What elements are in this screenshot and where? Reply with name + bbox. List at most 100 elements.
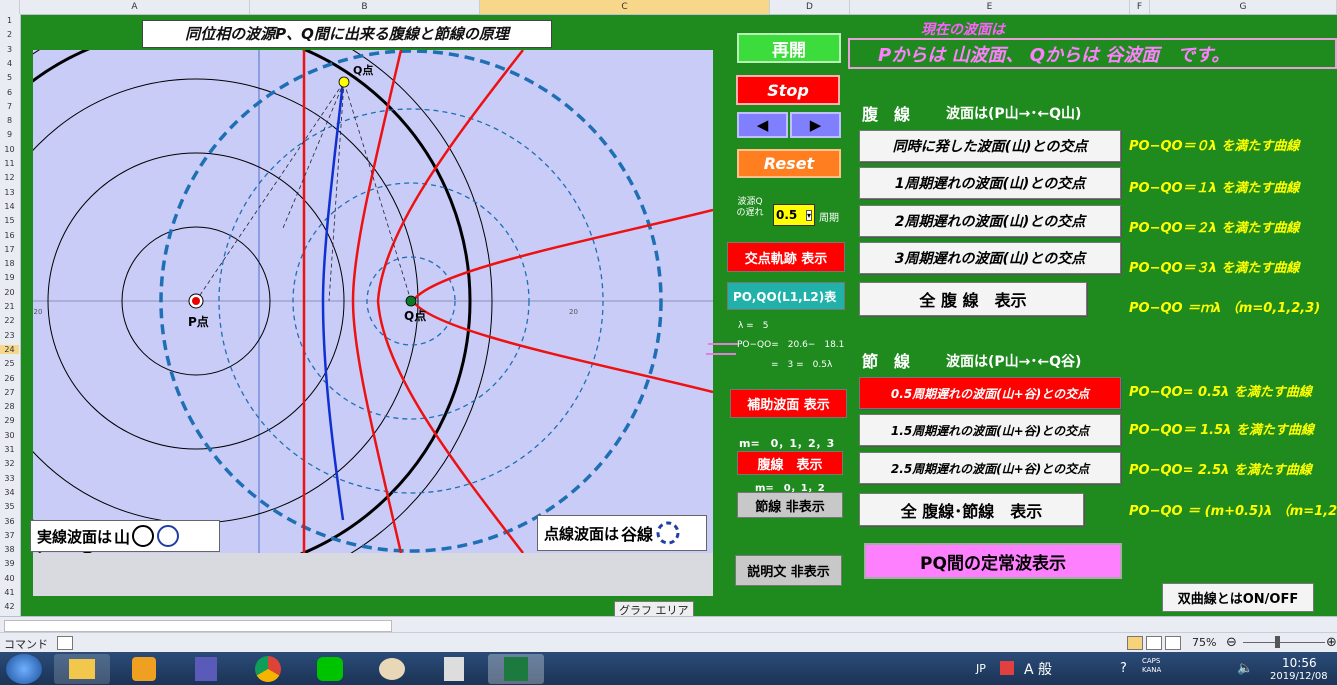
row-number[interactable]: 12 bbox=[0, 173, 19, 182]
column-b[interactable]: B bbox=[250, 0, 480, 14]
explorer-app-icon[interactable] bbox=[54, 654, 110, 684]
row-number[interactable]: 18 bbox=[0, 259, 19, 268]
all-node-button[interactable]: 全 腹線･節線 表示 bbox=[859, 493, 1084, 526]
chevron-down-icon[interactable]: ▾ bbox=[805, 209, 812, 221]
row-number[interactable]: 28 bbox=[0, 402, 19, 411]
node-hide-button[interactable]: 節線 非表示 bbox=[737, 492, 843, 518]
clock-time[interactable]: 10:56 bbox=[1282, 656, 1317, 670]
row-number[interactable]: 39 bbox=[0, 559, 19, 568]
column-a[interactable]: A bbox=[20, 0, 250, 14]
row-number[interactable]: 5 bbox=[0, 73, 19, 82]
line-app-icon[interactable] bbox=[302, 654, 358, 684]
row-number[interactable]: 13 bbox=[0, 188, 19, 197]
clock-date[interactable]: 2019/12/08 bbox=[1270, 671, 1328, 682]
legend-solid[interactable]: 実線波面は 山 bbox=[30, 520, 220, 552]
aux-wave-button[interactable]: 補助波面 表示 bbox=[730, 389, 847, 418]
zoom-slider[interactable] bbox=[1243, 642, 1325, 643]
row-number[interactable]: 10 bbox=[0, 145, 19, 154]
row-number[interactable]: 22 bbox=[0, 316, 19, 325]
row-number[interactable]: 32 bbox=[0, 459, 19, 468]
row-number[interactable]: 1 bbox=[0, 16, 19, 25]
intersection-trail-button[interactable]: 交点軌跡 表示 bbox=[727, 242, 845, 272]
zoom-slider-thumb[interactable] bbox=[1275, 636, 1280, 648]
page-break-icon[interactable] bbox=[1165, 636, 1181, 650]
prev-button[interactable]: ◀ bbox=[737, 112, 788, 138]
row-number[interactable]: 34 bbox=[0, 488, 19, 497]
all-antinode-button[interactable]: 全 腹 線 表示 bbox=[859, 282, 1087, 316]
column-f[interactable]: F bbox=[1130, 0, 1150, 14]
chart-title[interactable]: 同位相の波源P、Q間に出来る腹線と節線の原理 bbox=[142, 20, 552, 48]
row-number[interactable]: 16 bbox=[0, 231, 19, 240]
row-number[interactable]: 24 bbox=[0, 344, 19, 354]
row-number[interactable]: 15 bbox=[0, 216, 19, 225]
row-number[interactable]: 21 bbox=[0, 302, 19, 311]
node-15-button[interactable]: 1.5周期遅れの波面(山+谷)との交点 bbox=[859, 414, 1121, 446]
volume-icon[interactable]: 🔈 bbox=[1237, 661, 1253, 676]
row-number[interactable]: 8 bbox=[0, 116, 19, 125]
row-number[interactable]: 31 bbox=[0, 445, 19, 454]
row-number[interactable]: 41 bbox=[0, 588, 19, 597]
normal-view-icon[interactable] bbox=[1127, 636, 1143, 650]
horizontal-scrollbar[interactable] bbox=[0, 616, 1337, 633]
page-layout-icon[interactable] bbox=[1146, 636, 1162, 650]
app-icon-3[interactable] bbox=[178, 654, 234, 684]
zoom-in-icon[interactable]: ⊕ bbox=[1326, 635, 1337, 650]
antinode-m1-button[interactable]: 1周期遅れの波面(山)との交点 bbox=[859, 167, 1121, 199]
standing-wave-button[interactable]: PQ間の定常波表示 bbox=[864, 543, 1122, 579]
macro-record-icon[interactable] bbox=[57, 636, 73, 650]
row-number[interactable]: 27 bbox=[0, 388, 19, 397]
row-number[interactable]: 14 bbox=[0, 202, 19, 211]
row-number[interactable]: 26 bbox=[0, 374, 19, 383]
zoom-level[interactable]: 75% bbox=[1192, 636, 1216, 649]
row-number[interactable]: 35 bbox=[0, 502, 19, 511]
lang-indicator[interactable]: JP bbox=[976, 662, 986, 675]
ime-icon[interactable] bbox=[1000, 661, 1014, 675]
antinode-m2-button[interactable]: 2周期遅れの波面(山)との交点 bbox=[859, 205, 1121, 237]
corner-cell[interactable] bbox=[0, 0, 20, 14]
reset-button[interactable]: Reset bbox=[737, 149, 841, 178]
row-number[interactable]: 19 bbox=[0, 273, 19, 282]
chrome-app-icon[interactable] bbox=[240, 654, 296, 684]
zoom-out-icon[interactable]: ⊖ bbox=[1226, 635, 1237, 650]
row-number[interactable]: 23 bbox=[0, 331, 19, 340]
row-number[interactable]: 4 bbox=[0, 59, 19, 68]
row-number[interactable]: 6 bbox=[0, 88, 19, 97]
row-number[interactable]: 7 bbox=[0, 102, 19, 111]
hyperbola-toggle-button[interactable]: 双曲線とはON/OFF bbox=[1162, 583, 1314, 612]
start-button-icon[interactable] bbox=[6, 654, 42, 684]
row-number[interactable]: 11 bbox=[0, 159, 19, 168]
delay-select[interactable]: 0.5 ▾ bbox=[773, 204, 815, 226]
row-number[interactable]: 42 bbox=[0, 602, 19, 611]
scroll-thumb[interactable] bbox=[4, 620, 392, 632]
column-c[interactable]: C bbox=[480, 0, 770, 14]
app-icon-7[interactable] bbox=[426, 654, 482, 684]
column-e[interactable]: E bbox=[850, 0, 1130, 14]
explain-hide-button[interactable]: 説明文 非表示 bbox=[735, 555, 842, 586]
help-icon[interactable]: ? bbox=[1120, 661, 1127, 676]
paint-app-icon[interactable] bbox=[364, 654, 420, 684]
row-number[interactable]: 25 bbox=[0, 359, 19, 368]
node-25-button[interactable]: 2.5周期遅れの波面(山+谷)との交点 bbox=[859, 452, 1121, 484]
legend-dashed[interactable]: 点線波面は 谷線 bbox=[537, 515, 707, 551]
outlook-app-icon[interactable] bbox=[116, 654, 172, 684]
chart-footer-area[interactable] bbox=[33, 553, 713, 596]
po-qo-button[interactable]: PO,QO(L1,L2)表 bbox=[727, 282, 845, 310]
row-number[interactable]: 30 bbox=[0, 431, 19, 440]
row-number[interactable]: 9 bbox=[0, 130, 19, 139]
row-number[interactable]: 3 bbox=[0, 45, 19, 54]
row-number[interactable]: 38 bbox=[0, 545, 19, 554]
row-number[interactable]: 17 bbox=[0, 245, 19, 254]
row-number[interactable]: 20 bbox=[0, 288, 19, 297]
row-number[interactable]: 33 bbox=[0, 474, 19, 483]
row-number[interactable]: 2 bbox=[0, 30, 19, 39]
column-d[interactable]: D bbox=[770, 0, 850, 14]
resume-button[interactable]: 再開 bbox=[737, 33, 841, 63]
row-number[interactable]: 29 bbox=[0, 416, 19, 425]
row-number[interactable]: 40 bbox=[0, 574, 19, 583]
row-number[interactable]: 36 bbox=[0, 517, 19, 526]
next-button[interactable]: ▶ bbox=[790, 112, 841, 138]
row-number[interactable]: 37 bbox=[0, 531, 19, 540]
node-05-button[interactable]: 0.5周期遅れの波面(山+谷)との交点 bbox=[859, 377, 1121, 409]
antinode-show-button[interactable]: 腹線 表示 bbox=[737, 451, 843, 475]
antinode-m3-button[interactable]: 3周期遅れの波面(山)との交点 bbox=[859, 242, 1121, 274]
